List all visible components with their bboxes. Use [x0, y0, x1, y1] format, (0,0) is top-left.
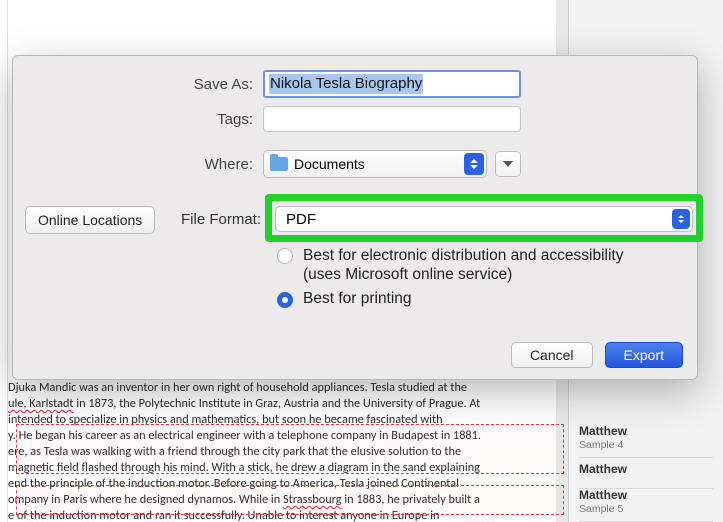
- tags-label: Tags:: [13, 111, 253, 128]
- online-locations-label: Online Locations: [38, 212, 142, 228]
- radio-checked-icon: [277, 292, 293, 308]
- where-value: Documents: [294, 156, 365, 172]
- updown-arrows-icon: [464, 153, 484, 175]
- file-format-value: PDF: [286, 211, 316, 228]
- doc-line: ule, Karlstadt in 1873, the Polytechnic …: [8, 396, 536, 412]
- radio-unchecked-icon: [277, 248, 293, 264]
- save-as-input[interactable]: Nikola Tesla Biography: [263, 70, 521, 98]
- export-dialog: Save As: Nikola Tesla Biography Tags: Wh…: [12, 55, 698, 380]
- dialog-body: Save As: Nikola Tesla Biography Tags: Wh…: [13, 56, 697, 331]
- comment-subject: Sample 4: [579, 439, 713, 451]
- cancel-label: Cancel: [530, 347, 574, 363]
- export-button[interactable]: Export: [605, 342, 683, 368]
- comment-author: Matthew: [579, 424, 713, 438]
- cancel-button[interactable]: Cancel: [511, 342, 593, 368]
- dialog-footer: Cancel Export: [13, 331, 697, 379]
- doc-line: Djuka Mandic was an inventor in her own …: [8, 380, 536, 396]
- updown-arrows-icon: [672, 209, 690, 229]
- tracked-change-marker: [16, 485, 564, 515]
- pdf-option-printing[interactable]: Best for printing: [277, 290, 412, 308]
- tags-input[interactable]: [263, 106, 521, 132]
- where-label: Where:: [13, 156, 253, 173]
- tracked-change-marker: [16, 424, 564, 474]
- save-as-row: Save As: Nikola Tesla Biography: [13, 70, 697, 98]
- folder-icon: [270, 157, 288, 171]
- comment-author: Matthew: [579, 456, 713, 482]
- file-format-label: File Format:: [181, 211, 261, 228]
- pdf-option-electronic[interactable]: Best for electronic distribution and acc…: [277, 246, 657, 284]
- comment-entry[interactable]: Matthew Sample 5: [579, 484, 713, 522]
- comment-subject: Sample 5: [579, 503, 713, 515]
- export-label: Export: [624, 347, 664, 363]
- filename-selected-text: Nikola Tesla Biography: [269, 74, 423, 94]
- save-as-label: Save As:: [13, 76, 253, 93]
- chevron-down-icon: [503, 161, 513, 167]
- file-format-dropdown[interactable]: PDF: [275, 206, 693, 232]
- option-printing-label: Best for printing: [303, 290, 412, 308]
- where-row: Where: Documents: [13, 150, 697, 178]
- tags-row: Tags:: [13, 106, 697, 132]
- expand-folder-button[interactable]: [495, 151, 521, 177]
- online-locations-button[interactable]: Online Locations: [25, 206, 155, 234]
- where-dropdown[interactable]: Documents: [263, 150, 487, 178]
- doc-gutter: [0, 0, 8, 522]
- comment-author: Matthew: [579, 488, 713, 502]
- spell-error: ule, Karlstadt: [8, 396, 74, 411]
- option-electronic-label: Best for electronic distribution and acc…: [303, 246, 657, 284]
- app-background: Djuka Mandic was an inventor in her own …: [0, 0, 723, 522]
